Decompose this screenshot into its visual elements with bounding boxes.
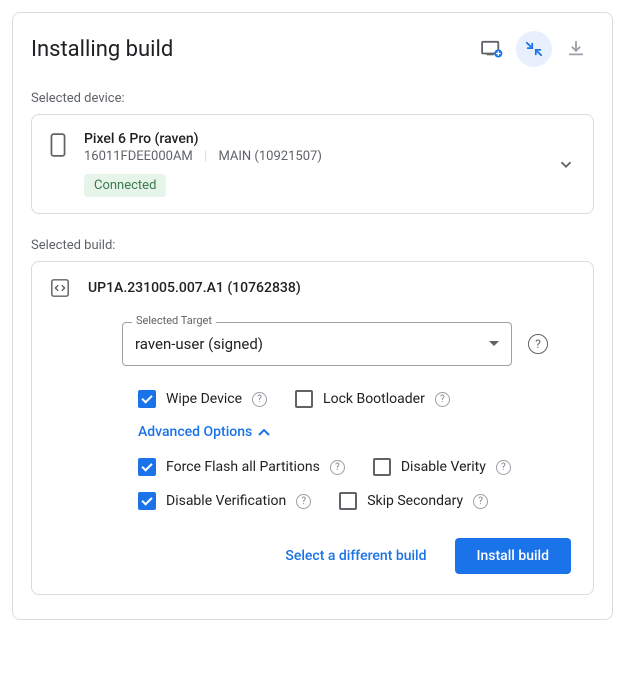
chevron-up-icon — [258, 428, 270, 436]
options-row-2: Force Flash all Partitions ? Disable Ver… — [138, 458, 575, 476]
disable-verification-option: Disable Verification ? — [138, 492, 311, 510]
device-meta: 16011FDEE000AM | MAIN (10921507) — [84, 149, 539, 164]
advanced-options-label: Advanced Options — [138, 424, 252, 440]
collapse-icon — [525, 40, 543, 58]
skip-secondary-label: Skip Secondary — [367, 493, 463, 509]
force-flash-label: Force Flash all Partitions — [166, 459, 320, 475]
dropdown-icon — [489, 341, 499, 347]
wipe-help-icon[interactable]: ? — [252, 392, 267, 407]
selected-device-label: Selected device: — [31, 91, 594, 106]
device-name: Pixel 6 Pro (raven) — [84, 131, 539, 147]
selected-build-label: Selected build: — [31, 238, 594, 253]
device-serial: 16011FDEE000AM — [84, 149, 193, 164]
wipe-device-option: Wipe Device ? — [138, 390, 267, 408]
disable-verity-label: Disable Verity — [401, 459, 486, 475]
wipe-device-label: Wipe Device — [166, 391, 242, 407]
skip-secondary-checkbox[interactable] — [339, 492, 357, 510]
download-button[interactable] — [558, 31, 594, 67]
verity-help-icon[interactable]: ? — [496, 460, 511, 475]
verification-help-icon[interactable]: ? — [296, 494, 311, 509]
select-different-build-button[interactable]: Select a different build — [273, 538, 438, 574]
device-card[interactable]: Pixel 6 Pro (raven) 16011FDEE000AM | MAI… — [31, 114, 594, 214]
download-icon — [567, 40, 585, 58]
options-row-1: Wipe Device ? Lock Bootloader ? — [138, 390, 575, 408]
chevron-down-icon[interactable] — [557, 155, 575, 173]
target-value: raven-user (signed) — [135, 335, 263, 353]
collapse-button[interactable] — [516, 31, 552, 67]
install-panel: Installing build — [12, 12, 613, 620]
lock-help-icon[interactable]: ? — [435, 392, 450, 407]
header-actions — [474, 31, 594, 67]
build-header: UP1A.231005.007.A1 (10762838) — [50, 278, 575, 298]
force-flash-help-icon[interactable]: ? — [330, 460, 345, 475]
advanced-options-toggle[interactable]: Advanced Options — [138, 424, 575, 440]
lock-bootloader-option: Lock Bootloader ? — [295, 390, 450, 408]
disable-verification-checkbox[interactable] — [138, 492, 156, 510]
secondary-help-icon[interactable]: ? — [473, 494, 488, 509]
install-build-button[interactable]: Install build — [455, 538, 571, 574]
build-title: UP1A.231005.007.A1 (10762838) — [88, 280, 301, 296]
actions-row: Select a different build Install build — [50, 538, 575, 574]
device-branch: MAIN (10921507) — [218, 149, 321, 164]
status-badge: Connected — [84, 174, 166, 197]
build-icon — [50, 278, 70, 298]
device-info: Pixel 6 Pro (raven) 16011FDEE000AM | MAI… — [84, 131, 539, 197]
lock-bootloader-checkbox[interactable] — [295, 390, 313, 408]
wipe-device-checkbox[interactable] — [138, 390, 156, 408]
options-block: Wipe Device ? Lock Bootloader ? Advanced… — [50, 390, 575, 510]
add-device-button[interactable] — [474, 31, 510, 67]
panel-header: Installing build — [31, 31, 594, 67]
options-row-3: Disable Verification ? Skip Secondary ? — [138, 492, 575, 510]
force-flash-option: Force Flash all Partitions ? — [138, 458, 345, 476]
disable-verification-label: Disable Verification — [166, 493, 286, 509]
target-help-icon[interactable]: ? — [528, 334, 548, 354]
lock-bootloader-label: Lock Bootloader — [323, 391, 425, 407]
target-select[interactable]: raven-user (signed) — [122, 322, 512, 366]
skip-secondary-option: Skip Secondary ? — [339, 492, 488, 510]
device-add-icon — [481, 40, 503, 58]
disable-verity-option: Disable Verity ? — [373, 458, 511, 476]
page-title: Installing build — [31, 37, 173, 62]
target-select-wrap: Selected Target raven-user (signed) — [122, 322, 512, 366]
divider: | — [204, 149, 207, 164]
disable-verity-checkbox[interactable] — [373, 458, 391, 476]
build-card: UP1A.231005.007.A1 (10762838) Selected T… — [31, 261, 594, 595]
force-flash-checkbox[interactable] — [138, 458, 156, 476]
target-row: Selected Target raven-user (signed) ? — [50, 322, 575, 366]
phone-icon — [50, 133, 66, 157]
target-select-label: Selected Target — [132, 314, 216, 327]
